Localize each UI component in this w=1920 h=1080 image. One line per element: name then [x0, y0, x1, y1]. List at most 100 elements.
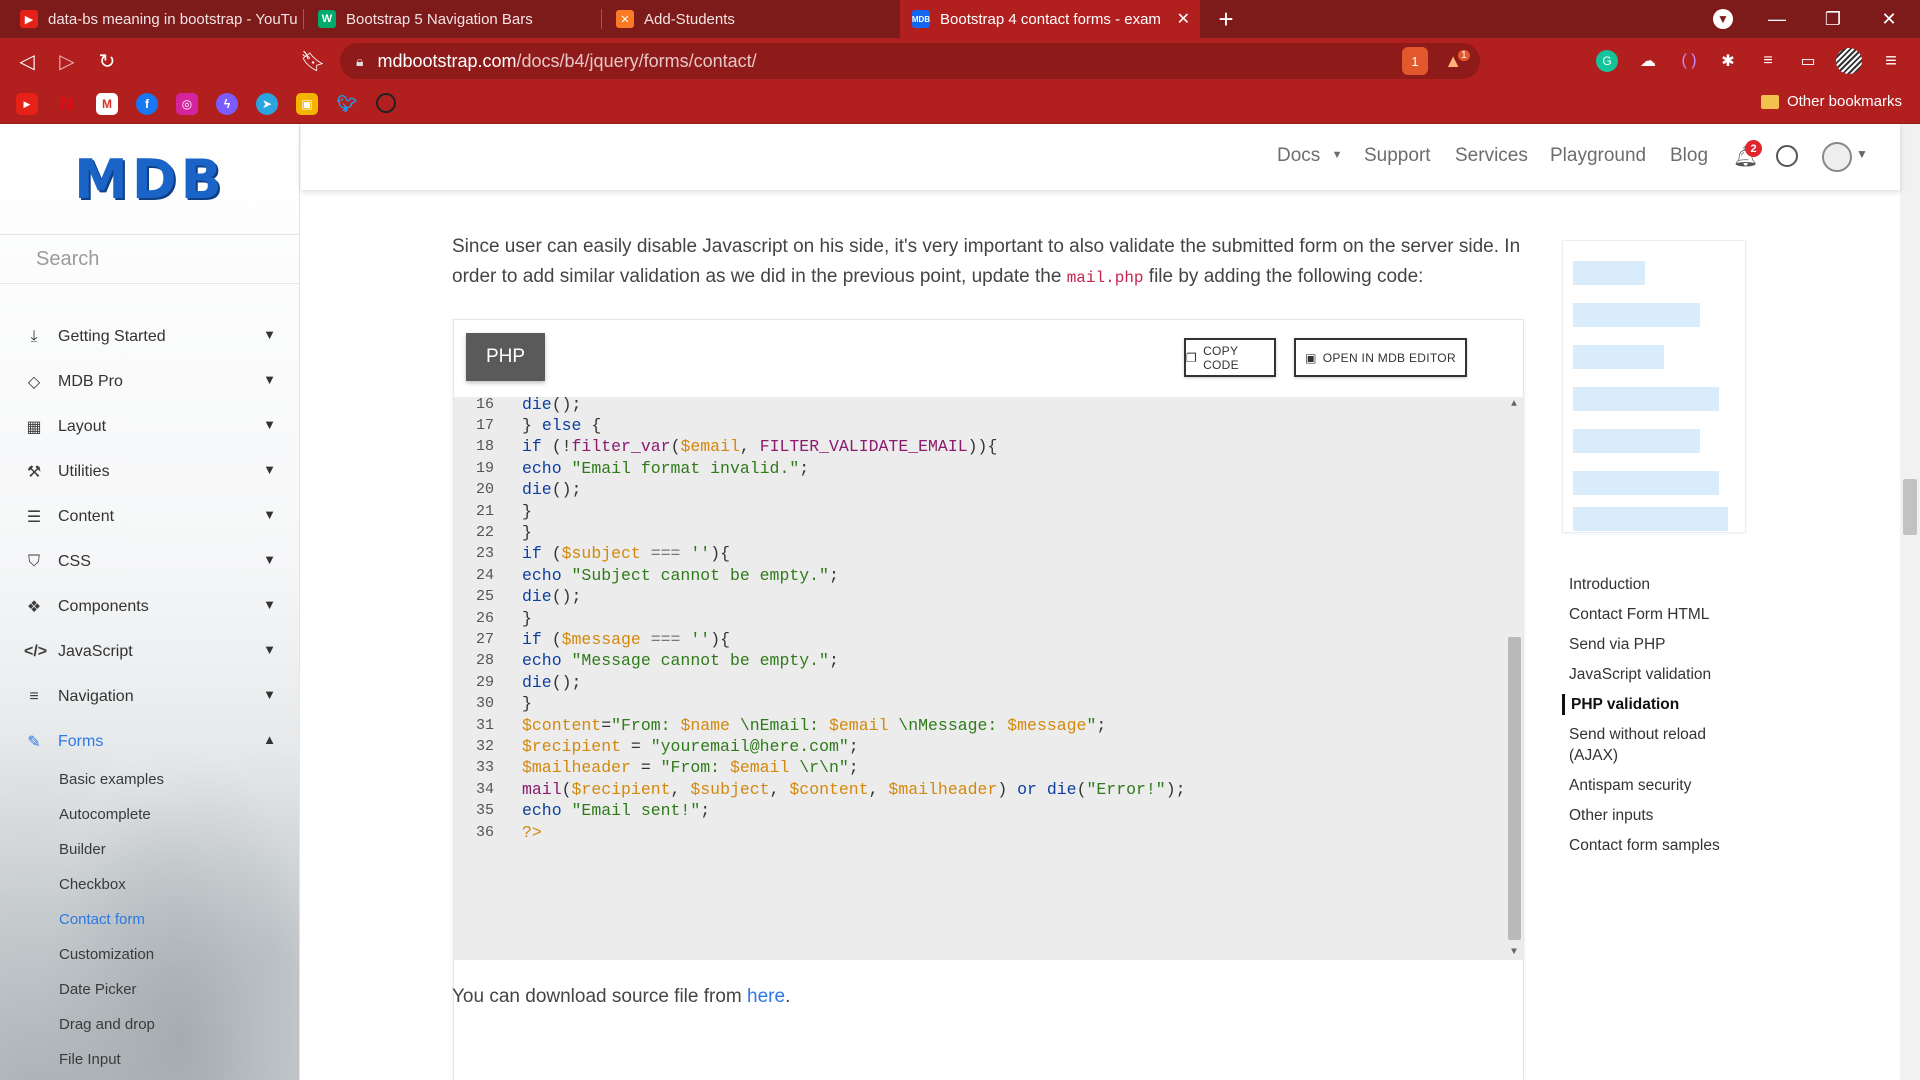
back-icon[interactable]: ◁ [12, 46, 42, 76]
maximize-button[interactable]: ❐ [1806, 0, 1860, 38]
submenu-item-autocomplete[interactable]: Autocomplete [0, 797, 299, 832]
line-number: 32 [475, 737, 494, 755]
scroll-down-icon[interactable]: ▼ [1506, 947, 1522, 958]
copy-code-button[interactable]: ❐ COPY CODE [1184, 338, 1276, 377]
code-text: $mailheader = "From: $email \r\n"; [522, 758, 859, 778]
open-in-editor-button[interactable]: ▣ OPEN IN MDB EDITOR [1294, 338, 1467, 377]
toc-item-other-inputs[interactable]: Other inputs [1567, 805, 1757, 826]
sidebar-item-javascript[interactable]: </> JavaScript ▼ [0, 629, 299, 674]
github-icon[interactable] [1776, 145, 1798, 167]
photos-bookmark-icon[interactable]: ▣ [296, 93, 318, 115]
tab-mdb-contact-forms[interactable]: MDB Bootstrap 4 contact forms - exam ✕ [900, 0, 1200, 38]
code-text: } [522, 501, 532, 521]
chevron-down-icon: ▼ [263, 327, 276, 342]
cubes-icon: ❖ [26, 598, 42, 616]
toc-item-javascript-validation[interactable]: JavaScript validation [1567, 664, 1757, 685]
scroll-up-icon[interactable]: ▲ [1506, 399, 1522, 410]
instagram-bookmark-icon[interactable]: ◎ [176, 93, 198, 115]
close-window-button[interactable]: ✕ [1862, 0, 1916, 38]
submenu-item-date-picker[interactable]: Date Picker [0, 972, 299, 1007]
chevron-down-icon: ▼ [263, 687, 276, 702]
code-text: echo "Message cannot be empty."; [522, 651, 839, 671]
caret-down-icon[interactable]: ▼ [1856, 147, 1868, 161]
grammarly-extension-icon[interactable]: G [1596, 50, 1618, 72]
tab-youtube[interactable]: ▶ data-bs meaning in bootstrap - YouTu [8, 0, 300, 38]
other-bookmarks-folder[interactable]: Other bookmarks [1760, 93, 1902, 110]
nav-support[interactable]: Support [1364, 145, 1431, 167]
puzzle-extensions-icon[interactable]: ✱ [1715, 48, 1741, 74]
submenu-item-file-input[interactable]: File Input [0, 1042, 299, 1077]
sidebar-item-navigation[interactable]: ≡ Navigation ▼ [0, 674, 299, 719]
page-scrollbar[interactable] [1900, 124, 1920, 1080]
wallet-icon[interactable]: ▭ [1795, 48, 1821, 74]
submenu-item-checkbox[interactable]: Checkbox [0, 867, 299, 902]
sidebar-item-components[interactable]: ❖ Components ▼ [0, 584, 299, 629]
brave-rewards-icon[interactable]: ▲ 1 [1444, 47, 1470, 75]
sidebar-item-mdb-pro[interactable]: ◇ MDB Pro ▼ [0, 359, 299, 404]
sidebar-item-label: MDB Pro [58, 372, 123, 390]
reload-icon[interactable]: ↻ [92, 46, 122, 76]
playlist-icon[interactable]: ≡ [1755, 48, 1781, 74]
netflix-bookmark-icon[interactable]: N [56, 93, 78, 115]
telegram-bookmark-icon[interactable]: ➤ [256, 93, 278, 115]
gmail-bookmark-icon[interactable]: M [96, 93, 118, 115]
twitter-bookmark-icon[interactable]: 🐦︎ [336, 93, 358, 115]
nav-playground[interactable]: Playground [1550, 145, 1646, 167]
bookmark-icon[interactable]: 🔖︎ [298, 46, 328, 76]
sidebar-item-utilities[interactable]: ⚒ Utilities ▼ [0, 449, 299, 494]
download-link[interactable]: here [747, 986, 785, 1007]
toc-item-antispam-security[interactable]: Antispam security [1567, 775, 1757, 796]
tab-search-icon[interactable]: ▼ [1696, 0, 1750, 38]
close-tab-icon[interactable]: ✕ [1177, 9, 1190, 29]
toc-item-introduction[interactable]: Introduction [1567, 574, 1757, 595]
code-scrollbar[interactable]: ▲ ▼ [1506, 397, 1522, 960]
brave-shield-icon[interactable]: 1 [1402, 47, 1428, 75]
bookmarks-bar: ▶ N M f ◎ ϟ ➤ ▣ 🐦︎ Other bookmarks [0, 84, 1920, 124]
submenu-item-customization[interactable]: Customization [0, 937, 299, 972]
youtube-bookmark-icon[interactable]: ▶ [16, 93, 38, 115]
nav-docs[interactable]: Docs ▼ [1277, 145, 1342, 167]
sidebar-item-layout[interactable]: ▦ Layout ▼ [0, 404, 299, 449]
tab-add-students[interactable]: ✕ Add-Students [604, 0, 896, 38]
download-text: You can download source file from [452, 986, 748, 1007]
sidebar-item-forms[interactable]: ✎ Forms ▲ [0, 719, 299, 764]
forward-icon[interactable]: ▷ [52, 46, 82, 76]
submenu-item-drag-and-drop[interactable]: Drag and drop [0, 1007, 299, 1042]
submenu-item-contact-form[interactable]: Contact form [0, 902, 299, 937]
tab-title: Bootstrap 4 contact forms - exam [940, 10, 1161, 28]
tab-w3schools[interactable]: W Bootstrap 5 Navigation Bars [306, 0, 598, 38]
minimize-button[interactable]: — [1750, 0, 1804, 38]
sidebar-item-content[interactable]: ☰ Content ▼ [0, 494, 299, 539]
cloud-extension-icon[interactable]: ☁ [1635, 48, 1661, 74]
facebook-bookmark-icon[interactable]: f [136, 93, 158, 115]
toc-item-send-without-reload[interactable]: Send without reload (AJAX) [1567, 724, 1757, 766]
nav-services[interactable]: Services [1455, 145, 1528, 167]
line-number: 34 [475, 780, 494, 798]
toc-item-contact-form-samples[interactable]: Contact form samples [1567, 835, 1757, 856]
sidebar-search-input[interactable] [0, 236, 299, 284]
code-language-tab[interactable]: PHP [466, 333, 545, 381]
nav-blog[interactable]: Blog [1670, 145, 1708, 167]
github-bookmark-icon[interactable] [376, 93, 396, 113]
mdb-logo[interactable]: MDB [0, 148, 299, 211]
toc-item-php-validation[interactable]: PHP validation [1562, 694, 1757, 715]
code-text: die(); [522, 587, 582, 607]
submenu-item-builder[interactable]: Builder [0, 832, 299, 867]
toc-item-contact-form-html[interactable]: Contact Form HTML [1567, 604, 1757, 625]
menu-icon[interactable]: ≡ [1878, 48, 1904, 74]
messenger-bookmark-icon[interactable]: ϟ [216, 93, 238, 115]
profile-icon[interactable] [1836, 48, 1862, 74]
toc-item-send-via-php[interactable]: Send via PHP [1567, 634, 1757, 655]
url-input[interactable]: 🔒︎ mdbootstrap.com/docs/b4/jquery/forms/… [340, 43, 1480, 79]
code-scroll-thumb[interactable] [1508, 637, 1521, 940]
page-scroll-thumb[interactable] [1903, 479, 1917, 535]
sidebar-item-css[interactable]: ⛉ CSS ▼ [0, 539, 299, 584]
new-tab-button[interactable]: + [1199, 0, 1253, 38]
avatar[interactable] [1822, 142, 1852, 172]
line-number: 28 [475, 652, 494, 670]
submenu-item-basic-examples[interactable]: Basic examples [0, 762, 299, 797]
code-editor[interactable]: 16 die(); 17} else {18 if (!filter_var($ema… [454, 397, 1523, 960]
sidebar-item-getting-started[interactable]: ⤓ Getting Started ▼ [0, 314, 299, 359]
brackets-extension-icon[interactable]: ( ) [1676, 48, 1702, 74]
sidebar-item-label: Components [58, 597, 149, 615]
